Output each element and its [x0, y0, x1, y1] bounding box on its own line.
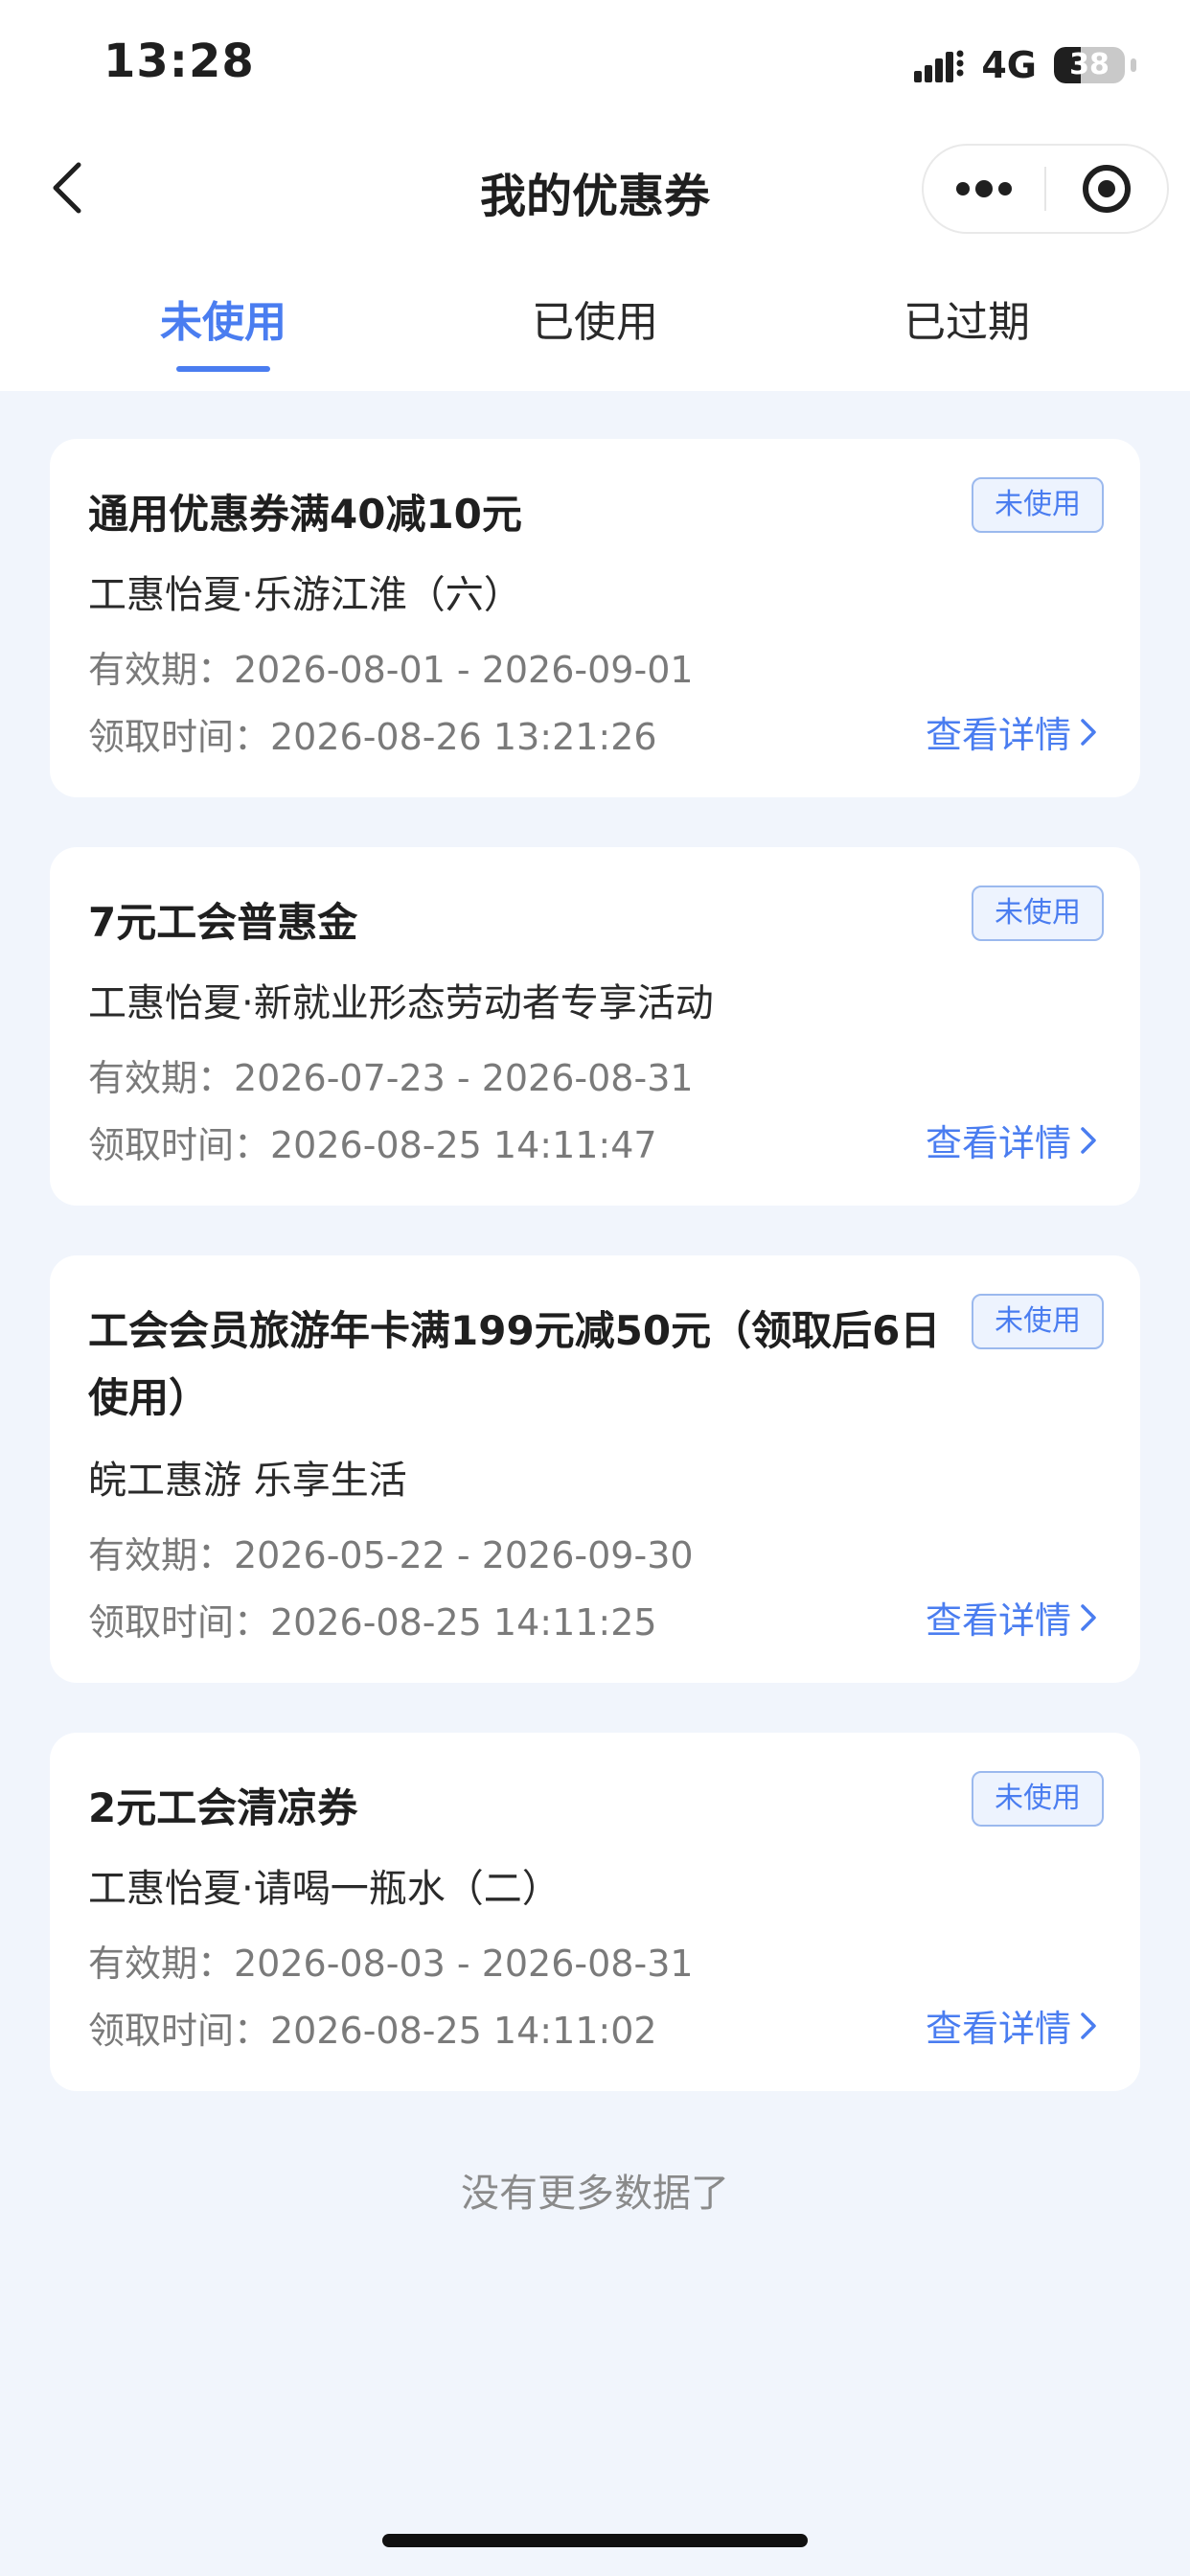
- battery-percent: 38: [1069, 48, 1110, 81]
- coupon-card[interactable]: 工会会员旅游年卡满199元减50元（领取后6日使用） 未使用 皖工惠游 乐享生活…: [50, 1255, 1140, 1683]
- chevron-right-icon: [1081, 1603, 1096, 1631]
- more-button[interactable]: [924, 146, 1044, 232]
- close-mini-program-button[interactable]: [1046, 146, 1167, 232]
- coupon-activity: 工惠怡夏·新就业形态劳动者专享活动: [88, 981, 714, 1025]
- coupon-card[interactable]: 7元工会普惠金 未使用 工惠怡夏·新就业形态劳动者专享活动 有效期：2026-0…: [50, 847, 1140, 1206]
- chevron-right-icon: [1081, 2012, 1096, 2039]
- status-indicators: 4G 38: [914, 42, 1136, 88]
- target-circle-icon: [1082, 165, 1131, 213]
- coupon-received-time: 领取时间：2026-08-25 14:11:25: [88, 1601, 657, 1644]
- no-more-data-text: 没有更多数据了: [461, 2172, 729, 2216]
- tab-unused[interactable]: 未使用: [80, 288, 367, 349]
- status-badge: 未使用: [972, 886, 1104, 941]
- network-label: 4G: [981, 44, 1037, 86]
- coupon-activity: 皖工惠游 乐享生活: [88, 1459, 407, 1503]
- battery-cap: [1131, 58, 1136, 72]
- chevron-right-icon: [1081, 718, 1096, 746]
- signal-icon: [914, 50, 964, 82]
- view-details-label: 查看详情: [925, 714, 1071, 756]
- coupon-card[interactable]: 通用优惠券满40减10元 未使用 工惠怡夏·乐游江淮（六） 有效期：2026-0…: [50, 439, 1140, 797]
- status-time: 13:28: [103, 34, 255, 88]
- coupon-validity: 有效期：2026-07-23 - 2026-08-31: [88, 1057, 694, 1099]
- more-dots-icon: [956, 180, 1012, 197]
- status-badge: 未使用: [972, 1771, 1104, 1827]
- view-details-link[interactable]: 查看详情: [926, 1591, 1098, 1644]
- view-details-link[interactable]: 查看详情: [926, 1999, 1098, 2052]
- coupon-title: 2元工会清凉券: [88, 1784, 358, 1831]
- coupon-validity: 有效期：2026-05-22 - 2026-09-30: [88, 1534, 694, 1576]
- view-details-label: 查看详情: [925, 2008, 1071, 2050]
- mini-program-capsule: [922, 144, 1169, 234]
- coupon-activity: 工惠怡夏·乐游江淮（六）: [88, 573, 522, 617]
- coupon-title: 7元工会普惠金: [88, 899, 358, 946]
- status-badge: 未使用: [972, 477, 1104, 533]
- top-bar: 13:28 4G 38 我的优惠券 未使用 已使用 已过期: [0, 0, 1190, 391]
- coupon-received-time: 领取时间：2026-08-25 14:11:02: [88, 2010, 657, 2052]
- active-tab-indicator: [176, 366, 270, 372]
- coupon-title: 工会会员旅游年卡满199元减50元（领取后6日使用）: [88, 1307, 941, 1421]
- status-badge: 未使用: [972, 1294, 1104, 1349]
- coupon-received-time: 领取时间：2026-08-25 14:11:47: [88, 1124, 657, 1166]
- coupon-activity: 工惠怡夏·请喝一瓶水（二）: [88, 1867, 561, 1911]
- view-details-label: 查看详情: [925, 1599, 1071, 1642]
- coupon-validity: 有效期：2026-08-03 - 2026-08-31: [88, 1943, 694, 1985]
- battery-icon: 38: [1054, 47, 1125, 83]
- view-details-label: 查看详情: [925, 1122, 1071, 1164]
- tab-expired[interactable]: 已过期: [823, 288, 1110, 349]
- view-details-link[interactable]: 查看详情: [926, 705, 1098, 758]
- chevron-right-icon: [1081, 1126, 1096, 1154]
- home-indicator: [382, 2534, 808, 2547]
- coupon-title: 通用优惠券满40减10元: [88, 491, 522, 538]
- coupon-tabs: 未使用 已使用 已过期: [0, 288, 1190, 383]
- view-details-link[interactable]: 查看详情: [926, 1114, 1098, 1166]
- coupon-validity: 有效期：2026-08-01 - 2026-09-01: [88, 649, 694, 691]
- tab-used[interactable]: 已使用: [451, 288, 739, 349]
- coupon-received-time: 领取时间：2026-08-26 13:21:26: [88, 716, 657, 758]
- coupon-card[interactable]: 2元工会清凉券 未使用 工惠怡夏·请喝一瓶水（二） 有效期：2026-08-03…: [50, 1733, 1140, 2091]
